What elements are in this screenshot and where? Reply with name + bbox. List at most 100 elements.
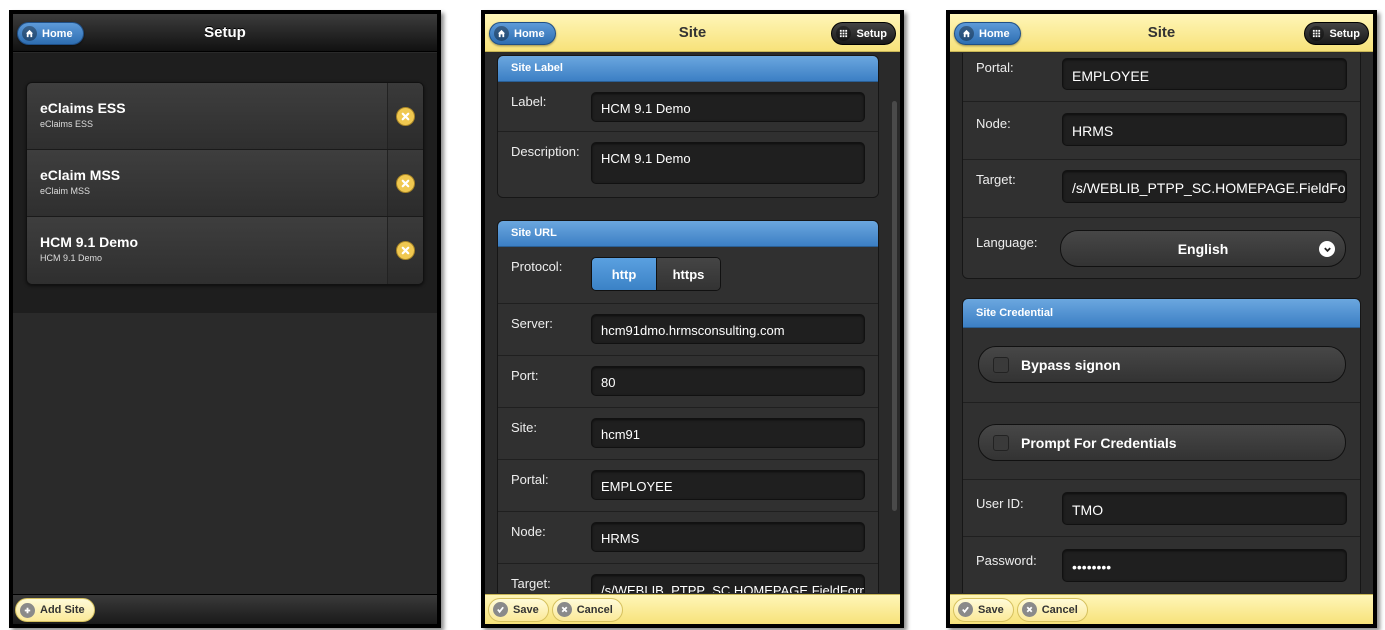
footer-bar: Save Cancel	[485, 594, 900, 624]
check-icon	[958, 602, 973, 617]
target-field[interactable]: /s/WEBLIB_PTPP_SC.HOMEPAGE.FieldFormula	[591, 574, 865, 593]
site-item-text: HCM 9.1 Demo HCM 9.1 Demo	[40, 234, 138, 263]
bypass-signon-checkbox[interactable]: Bypass signon	[978, 346, 1346, 383]
home-button[interactable]: Home	[954, 22, 1021, 45]
close-icon	[396, 241, 415, 260]
node-row: Node: HRMS	[498, 512, 878, 564]
scrollbar[interactable]	[892, 101, 897, 511]
node-field-label: Node:	[511, 524, 546, 539]
site-list: eClaims ESS eClaims ESS eClaim MSS eClai…	[26, 82, 424, 285]
site-screen-top: Home Site Setup Site Label Label: HCM 9.…	[481, 10, 904, 628]
delete-site-button[interactable]	[387, 150, 423, 216]
portal-field-label: Portal:	[976, 60, 1014, 75]
cancel-button[interactable]: Cancel	[1016, 597, 1088, 622]
save-button[interactable]: Save	[953, 597, 1014, 622]
setup-button[interactable]: Setup	[1304, 22, 1369, 45]
form-scroll-area[interactable]: Portal: EMPLOYEE Node: HRMS Target: /s/W…	[950, 53, 1373, 593]
userid-field[interactable]: TMO	[1062, 492, 1347, 525]
language-select[interactable]: English	[1060, 230, 1346, 267]
server-field[interactable]: hcm91dmo.hrmsconsulting.com	[591, 314, 865, 344]
protocol-row: Protocol: http https	[498, 247, 878, 304]
prompt-row: Prompt For Credentials	[963, 403, 1360, 480]
description-row: Description: HCM 9.1 Demo	[498, 132, 878, 197]
protocol-toggle: http https	[591, 257, 721, 291]
cancel-label: Cancel	[1041, 603, 1078, 616]
list-item[interactable]: eClaim MSS eClaim MSS	[27, 150, 423, 217]
site-screen-body: Home Site Setup Portal: EMPLOYEE Node: H…	[950, 14, 1373, 624]
label-field[interactable]: HCM 9.1 Demo	[591, 92, 865, 122]
site-item-text: eClaim MSS eClaim MSS	[40, 167, 120, 196]
setup-screen: Home Setup eClaims ESS eClaims ESS eClai…	[9, 10, 441, 628]
label-field-label: Label:	[511, 94, 547, 109]
port-field-label: Port:	[511, 368, 539, 383]
server-row: Server: hcm91dmo.hrmsconsulting.com	[498, 304, 878, 356]
delete-site-button[interactable]	[387, 217, 423, 284]
userid-field-label: User ID:	[976, 496, 1024, 511]
port-field[interactable]: 80	[591, 366, 865, 396]
password-row: Password: ••••••••	[963, 537, 1360, 593]
port-row: Port: 80	[498, 356, 878, 408]
grid-icon	[1309, 26, 1325, 41]
node-field[interactable]: HRMS	[591, 522, 865, 552]
target-row: Target: /s/WEBLIB_PTPP_SC.HOMEPAGE.Field…	[963, 160, 1360, 218]
password-field[interactable]: ••••••••	[1062, 549, 1347, 582]
target-field-label: Target:	[511, 576, 551, 591]
site-label-section: Site Label Label: HCM 9.1 Demo Descripti…	[497, 55, 879, 198]
form-scroll-area[interactable]: Site Label Label: HCM 9.1 Demo Descripti…	[485, 53, 900, 593]
protocol-http-button[interactable]: http	[592, 258, 656, 290]
setup-button[interactable]: Setup	[831, 22, 896, 45]
chevron-down-icon	[1319, 241, 1335, 257]
site-row: Site: hcm91	[498, 408, 878, 460]
add-site-button[interactable]: Add Site	[15, 598, 95, 622]
delete-site-button[interactable]	[387, 83, 423, 149]
cancel-button[interactable]: Cancel	[551, 597, 623, 622]
node-field-label: Node:	[976, 116, 1011, 131]
language-value: English	[1177, 240, 1229, 257]
site-title: eClaims ESS	[40, 100, 126, 116]
site-credential-section: Site Credential Bypass signon Prompt For…	[962, 298, 1361, 593]
home-button[interactable]: Home	[17, 22, 84, 45]
add-site-label: Add Site	[40, 604, 85, 616]
site-url-section: Site URL Protocol: http https Server: hc…	[497, 220, 879, 593]
close-icon	[556, 602, 572, 617]
home-label: Home	[42, 27, 73, 40]
server-field-label: Server:	[511, 316, 553, 331]
header-bar: Home Site Setup	[485, 14, 900, 52]
check-icon	[493, 602, 508, 617]
footer-bar: Save Cancel	[950, 594, 1373, 624]
plus-icon	[20, 602, 35, 618]
home-icon	[494, 26, 509, 41]
setup-label: Setup	[1329, 27, 1360, 40]
setup-label: Setup	[856, 27, 887, 40]
portal-row: Portal: EMPLOYEE	[498, 460, 878, 512]
list-item[interactable]: HCM 9.1 Demo HCM 9.1 Demo	[27, 217, 423, 284]
close-icon	[1021, 602, 1037, 617]
page-title: Site	[1147, 24, 1176, 41]
prompt-credentials-label: Prompt For Credentials	[1021, 434, 1177, 451]
home-icon	[959, 26, 974, 41]
setup-screen-body: Home Setup eClaims ESS eClaims ESS eClai…	[13, 14, 437, 624]
site-item-text: eClaims ESS eClaims ESS	[40, 100, 126, 129]
list-item[interactable]: eClaims ESS eClaims ESS	[27, 83, 423, 150]
grid-icon	[836, 26, 852, 41]
save-label: Save	[978, 603, 1004, 616]
home-button[interactable]: Home	[489, 22, 556, 45]
header-bar: Home Site Setup	[950, 14, 1373, 52]
description-textarea[interactable]: HCM 9.1 Demo	[591, 142, 865, 184]
target-field[interactable]: /s/WEBLIB_PTPP_SC.HOMEPAGE.FieldFormula	[1062, 170, 1347, 203]
site-subtitle: eClaim MSS	[40, 186, 91, 196]
userid-row: User ID: TMO	[963, 480, 1360, 537]
site-subtitle: HCM 9.1 Demo	[40, 253, 103, 263]
target-field-label: Target:	[976, 172, 1016, 187]
protocol-https-button[interactable]: https	[656, 258, 720, 290]
prompt-credentials-checkbox[interactable]: Prompt For Credentials	[978, 424, 1346, 461]
site-field-label: Site:	[511, 420, 538, 435]
site-title: HCM 9.1 Demo	[40, 234, 139, 250]
site-url-section: Portal: EMPLOYEE Node: HRMS Target: /s/W…	[962, 53, 1361, 279]
node-field[interactable]: HRMS	[1062, 113, 1347, 146]
portal-field[interactable]: EMPLOYEE	[591, 470, 865, 500]
page-title: Setup	[204, 24, 246, 41]
site-field[interactable]: hcm91	[591, 418, 865, 448]
save-button[interactable]: Save	[488, 597, 549, 622]
portal-field[interactable]: EMPLOYEE	[1062, 58, 1347, 90]
